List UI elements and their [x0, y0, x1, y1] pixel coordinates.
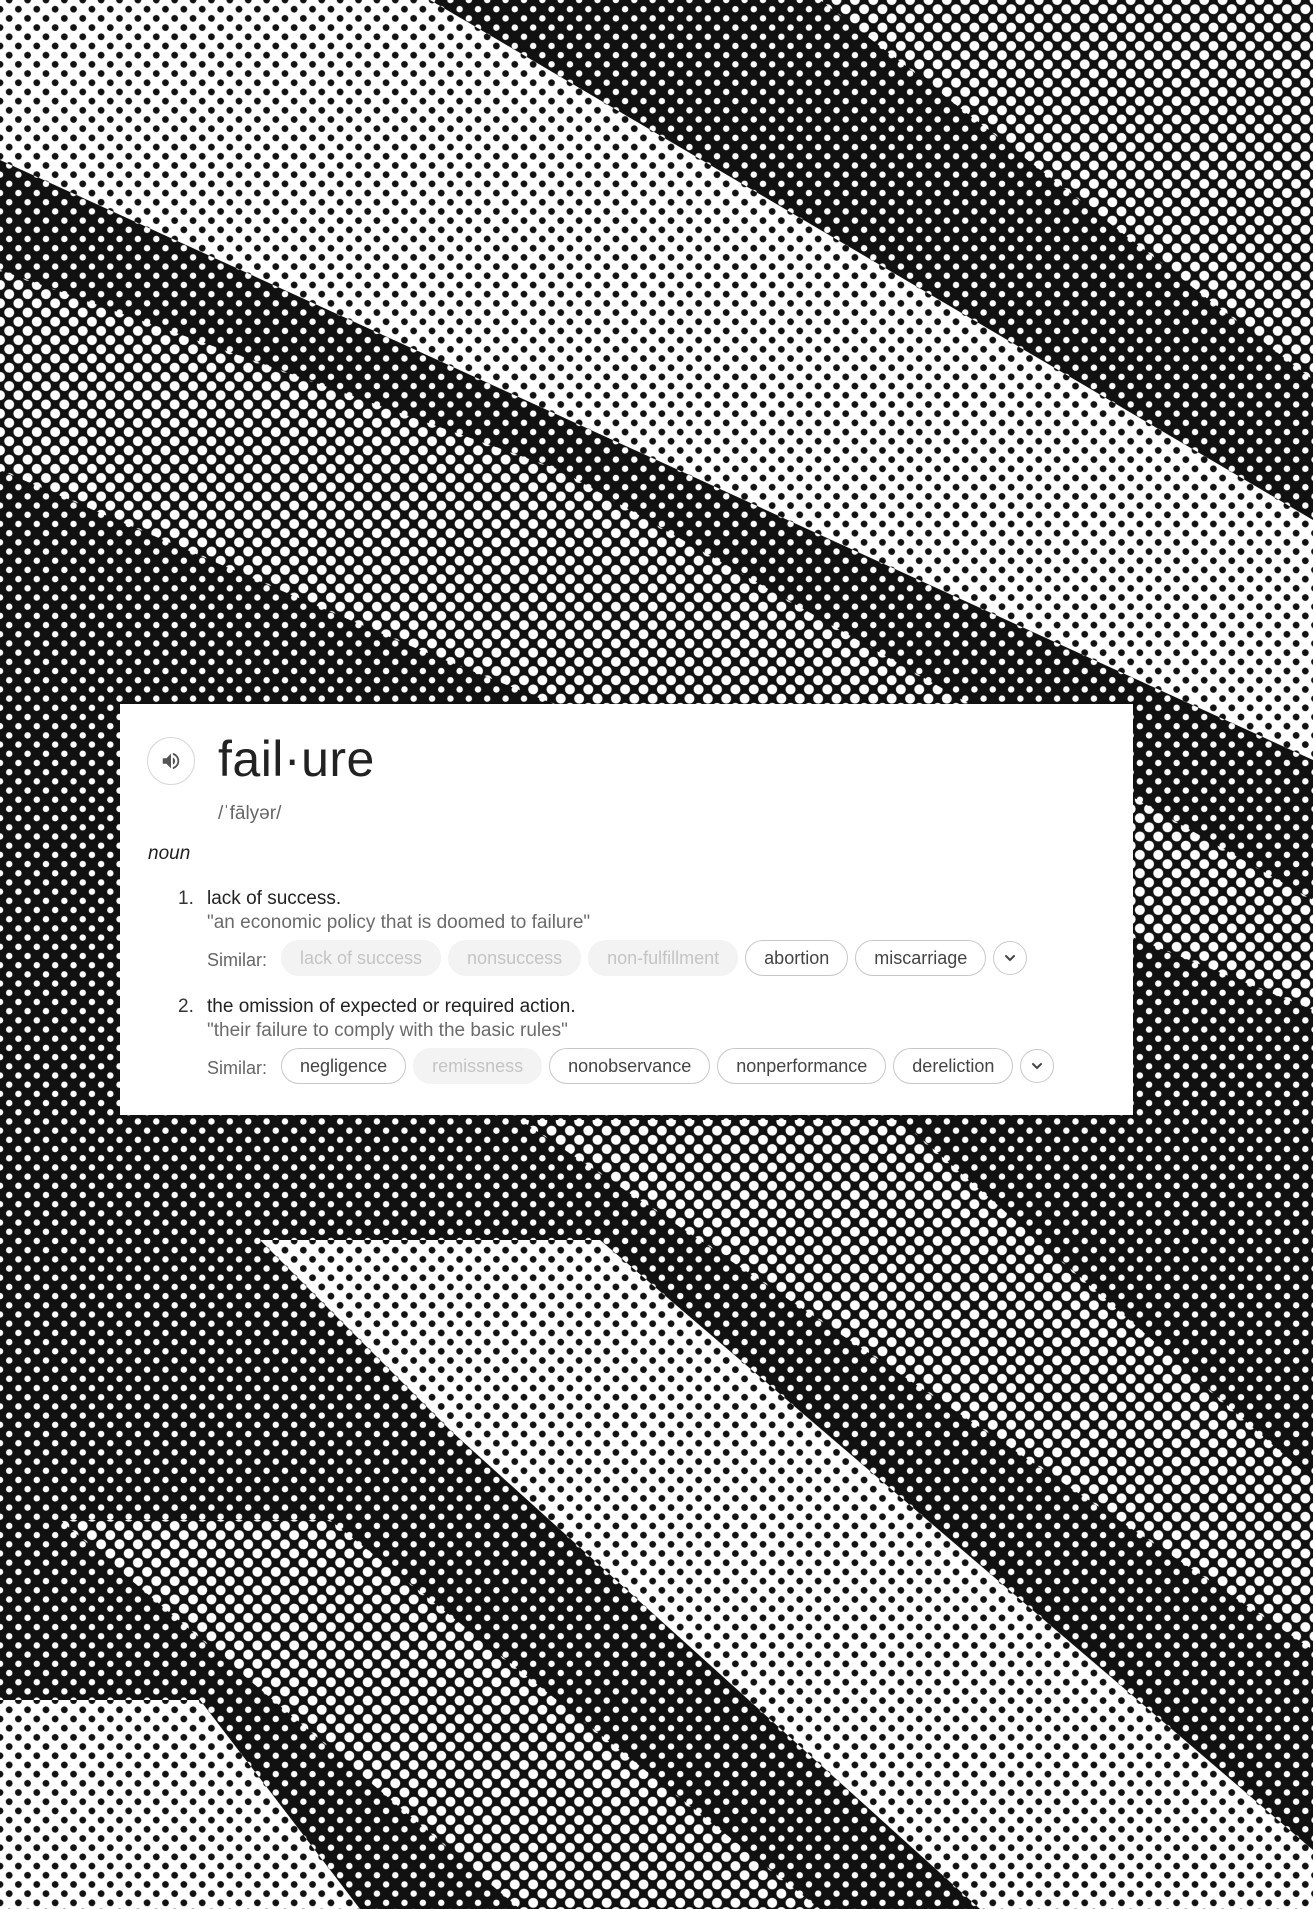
- similar-word-chip[interactable]: nonobservance: [549, 1048, 711, 1084]
- phonetic-spelling: /ˈfālyər/: [218, 803, 282, 824]
- similar-word-chip[interactable]: abortion: [745, 940, 849, 976]
- part-of-speech: noun: [148, 843, 191, 864]
- similar-word-chip[interactable]: dereliction: [893, 1048, 1014, 1084]
- similar-label: Similar:: [207, 950, 268, 970]
- headword: fail·ure: [218, 731, 375, 787]
- speaker-icon: [162, 752, 180, 770]
- chevron-down-icon: [1032, 1063, 1043, 1070]
- expand-similar-button[interactable]: [1020, 1049, 1055, 1083]
- definition-card: fail·ure /ˈfālyər/ noun 1. lack of succe…: [120, 704, 1133, 1115]
- similar-word-chip[interactable]: lack of success: [281, 940, 442, 976]
- similar-word-chip[interactable]: nonsuccess: [448, 940, 582, 976]
- sense-definition: lack of success.: [207, 888, 342, 909]
- similar-word-chip[interactable]: negligence: [281, 1048, 407, 1084]
- similar-word-chip[interactable]: remissness: [413, 1048, 543, 1084]
- sense-definition: the omission of expected or required act…: [207, 996, 576, 1017]
- similar-word-chip[interactable]: non-fulfillment: [588, 940, 739, 976]
- similar-word-chip[interactable]: nonperformance: [717, 1048, 887, 1084]
- pronunciation-audio-button[interactable]: [147, 737, 195, 785]
- similar-label: Similar:: [207, 1058, 268, 1078]
- sense-number: 1.: [178, 888, 194, 909]
- similar-words-list: negligence remissness nonobservance nonp…: [281, 1048, 1055, 1084]
- similar-word-chip[interactable]: miscarriage: [855, 940, 987, 976]
- similar-words-list: lack of success nonsuccess non-fulfillme…: [281, 940, 1028, 976]
- expand-similar-button[interactable]: [993, 941, 1028, 975]
- chevron-down-icon: [1005, 955, 1016, 962]
- sense-example: "an economic policy that is doomed to fa…: [207, 912, 591, 933]
- sense-number: 2.: [178, 996, 194, 1017]
- sense-example: "their failure to comply with the basic …: [207, 1020, 568, 1041]
